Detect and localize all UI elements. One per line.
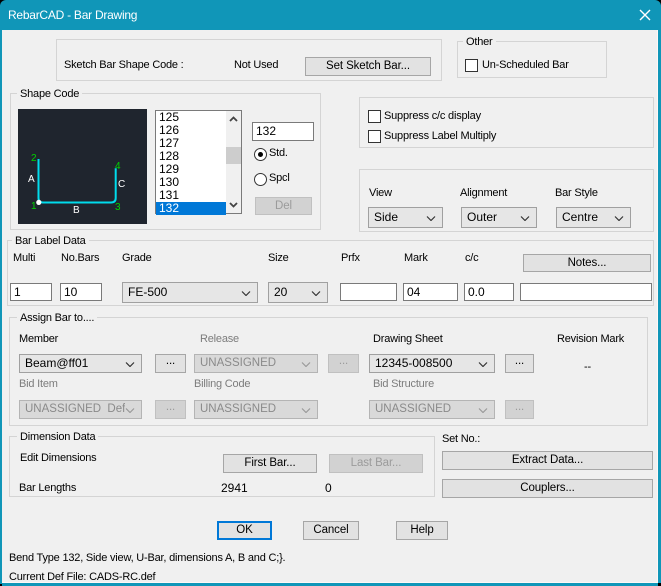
svg-text:2: 2	[31, 153, 37, 164]
svg-text:4: 4	[115, 161, 121, 172]
svg-text:3: 3	[115, 202, 121, 213]
svg-text:B: B	[73, 205, 80, 216]
svg-text:C: C	[118, 179, 125, 190]
svg-text:A: A	[28, 174, 35, 185]
svg-text:1: 1	[31, 201, 37, 212]
